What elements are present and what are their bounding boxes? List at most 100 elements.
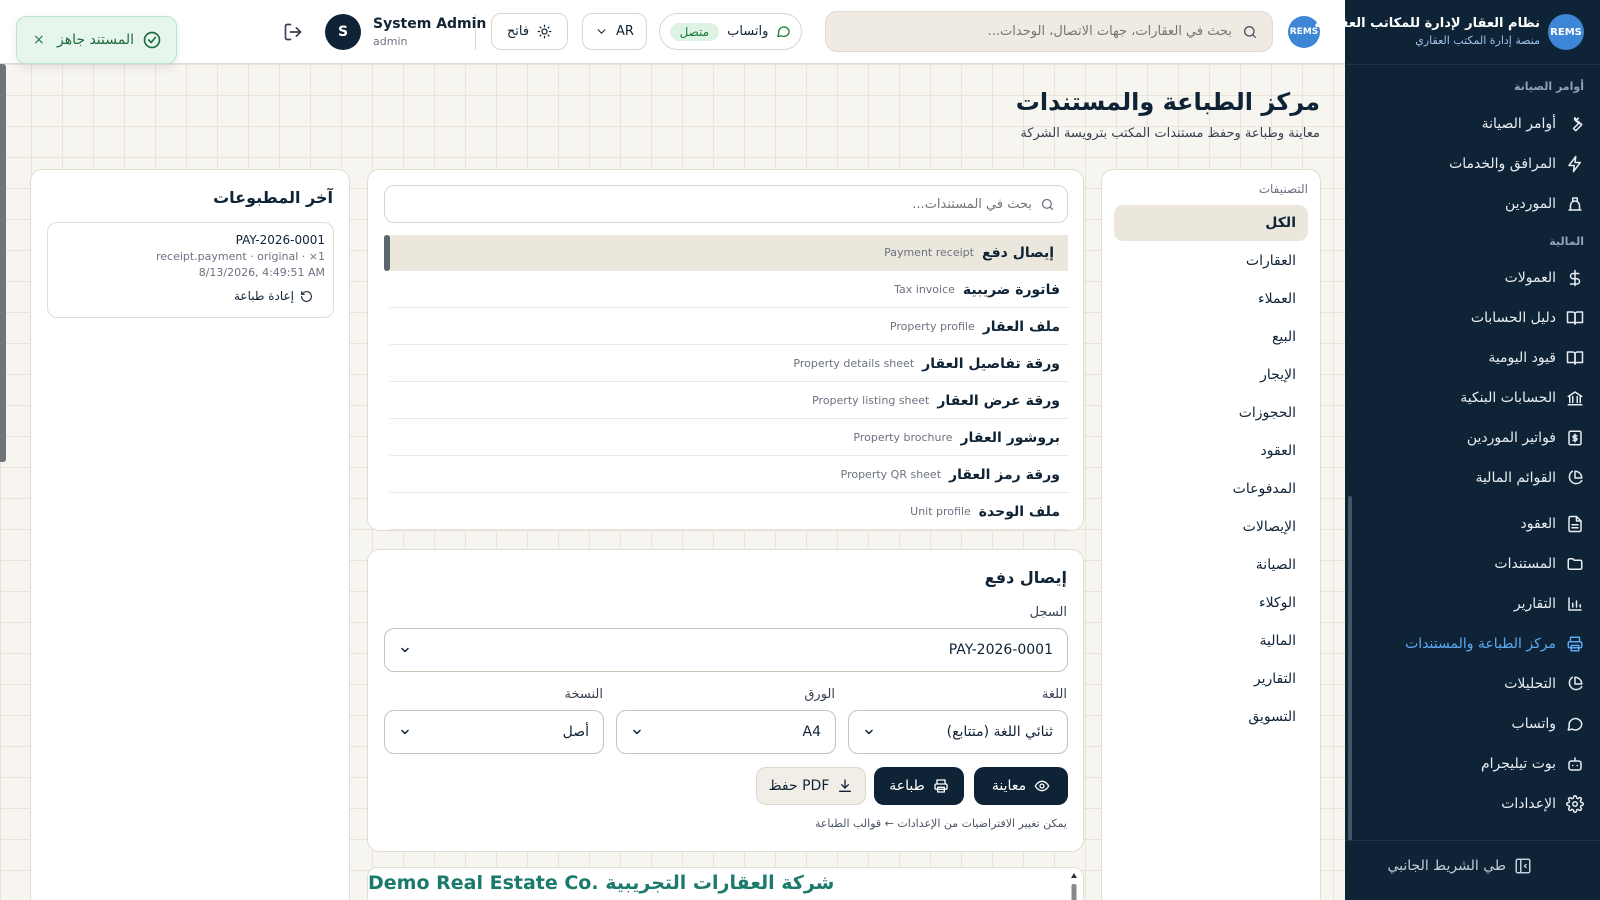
language-select[interactable]: ثنائي اللغة (متتابع) <box>848 710 1068 754</box>
sidebar-item-settings[interactable]: الإعدادات <box>1362 788 1584 820</box>
success-toast: × المستند جاهز <box>16 16 177 64</box>
recent-print-meta: receipt.payment · original · ×1 <box>155 250 325 263</box>
paper-select[interactable]: A4 <box>616 710 836 754</box>
printer-icon <box>1567 636 1583 652</box>
whatsapp-status-badge: متصل <box>669 22 720 41</box>
sidebar-item-documents[interactable]: المستندات <box>1362 548 1584 580</box>
sidebar-item-journal-entries[interactable]: قيود اليومية <box>1362 342 1584 374</box>
category-finance[interactable]: المالية <box>1114 623 1308 659</box>
sidebar-item-label: الحسابات البنكية <box>1460 390 1556 406</box>
recent-prints-panel: آخر المطبوعات PAY-2026-0001 receipt.paym… <box>30 169 350 900</box>
sidebar-item-utilities[interactable]: المرافق والخدمات <box>1362 148 1584 180</box>
language-selector[interactable]: AR <box>582 13 647 50</box>
document-item-property-details[interactable]: ورقة تفاصيل العقار Property details shee… <box>390 346 1068 382</box>
sidebar-item-contracts[interactable]: العقود <box>1362 508 1584 540</box>
document-preview[interactable]: Demo Real Estate Co. شركة العقارات التجر… <box>367 867 1084 900</box>
brand-subtitle: منصة إدارة المكتب العقاري <box>1415 34 1540 47</box>
whatsapp-status-pill[interactable]: متصل واتساب <box>659 13 802 50</box>
sidebar-divider <box>1345 64 1600 65</box>
sidebar-item-label: العمولات <box>1504 270 1556 286</box>
category-reports[interactable]: التقارير <box>1114 661 1308 697</box>
preview-button[interactable]: معاينة <box>974 767 1068 805</box>
sidebar-item-bank-accounts[interactable]: الحسابات البنكية <box>1362 382 1584 414</box>
reprint-button[interactable]: إعادة طباعة <box>234 289 313 303</box>
print-button-label: طباعة <box>889 778 925 794</box>
category-clients[interactable]: العملاء <box>1114 281 1308 317</box>
category-properties[interactable]: العقارات <box>1114 243 1308 279</box>
sidebar-item-chart-of-accounts[interactable]: دليل الحسابات <box>1362 302 1584 334</box>
category-all[interactable]: الكل <box>1114 205 1308 241</box>
category-maintenance[interactable]: الصيانة <box>1114 547 1308 583</box>
avatar[interactable]: S <box>325 14 361 50</box>
category-payments[interactable]: المدفوعات <box>1114 471 1308 507</box>
document-item-property-profile[interactable]: ملف العقار Property profile <box>390 309 1068 345</box>
sidebar-bottom-divider <box>1345 840 1600 841</box>
settings-note: يمكن تغيير الافتراضيات من الإعدادات ← قو… <box>814 817 1067 830</box>
document-search[interactable] <box>384 185 1068 223</box>
document-name-ar: إيصال دفع <box>981 244 1054 261</box>
document-name-en: Tax invoice <box>894 283 955 296</box>
logout-icon[interactable] <box>283 22 303 42</box>
save-pdf-button[interactable]: حفظ PDF <box>756 767 866 805</box>
chevron-down-icon <box>401 647 409 653</box>
copy-select[interactable]: أصل <box>384 710 604 754</box>
document-name-en: Unit profile <box>910 505 971 518</box>
sidebar-item-label: دليل الحسابات <box>1470 310 1556 326</box>
global-search-input[interactable] <box>840 24 1232 39</box>
document-item-unit-profile[interactable]: ملف الوحدة Unit profile <box>390 494 1068 530</box>
document-search-input[interactable] <box>397 196 1032 212</box>
chat-icon <box>1567 717 1583 731</box>
theme-toggle[interactable]: فاتح <box>491 13 568 50</box>
sidebar-item-maintenance-orders[interactable]: أوامر الصيانة <box>1362 108 1584 140</box>
document-item-payment-receipt[interactable]: إيصال دفع Payment receipt <box>384 235 1068 271</box>
print-button[interactable]: طباعة <box>874 767 964 805</box>
document-item-property-listing[interactable]: ورقة عرض العقار Property listing sheet <box>390 383 1068 419</box>
category-rent[interactable]: الإيجار <box>1114 357 1308 393</box>
sidebar-item-financial-statements[interactable]: القوائم المالية <box>1362 462 1584 494</box>
sidebar-scrollbar[interactable] <box>1348 496 1352 841</box>
invoice-icon <box>1568 430 1582 446</box>
sidebar-item-label: المستندات <box>1494 556 1556 572</box>
page-scrollbar[interactable] <box>0 64 6 462</box>
sidebar-brand[interactable]: REMS نظام العقار لإدارة للمكاتب العقارية… <box>1314 14 1584 50</box>
dollar-icon <box>1569 269 1581 287</box>
search-icon <box>1244 25 1256 38</box>
collapse-sidebar-button[interactable]: طي الشريط الجانبي <box>1387 857 1532 875</box>
sidebar-item-telegram-bot[interactable]: بوت تيليجرام <box>1362 748 1584 780</box>
bot-icon <box>1568 757 1582 771</box>
category-receipts[interactable]: الإيصالات <box>1114 509 1308 545</box>
preview-scrollbar[interactable] <box>1071 872 1077 900</box>
document-item-tax-invoice[interactable]: فاتورة ضريبية Tax invoice <box>390 272 1068 308</box>
document-name-en: Property QR sheet <box>840 468 942 481</box>
page-title: مركز الطباعة والمستندات <box>1015 88 1320 116</box>
category-bookings[interactable]: الحجوزات <box>1114 395 1308 431</box>
categories-label: التصنيفات <box>1258 182 1308 196</box>
copy-select-value: أصل <box>562 724 589 740</box>
category-agents[interactable]: الوكلاء <box>1114 585 1308 621</box>
sidebar-item-whatsapp[interactable]: واتساب <box>1362 708 1584 740</box>
check-circle-icon <box>143 31 161 49</box>
document-name-ar: ورقة عرض العقار <box>937 392 1060 409</box>
category-contracts[interactable]: العقود <box>1114 433 1308 469</box>
sidebar-collapse-icon <box>1515 858 1531 874</box>
sidebar-item-commissions[interactable]: العمولات <box>1362 262 1584 294</box>
sidebar-item-analytics[interactable]: التحليلات <box>1362 668 1584 700</box>
sidebar-item-reports[interactable]: التقارير <box>1362 588 1584 620</box>
document-item-property-qr[interactable]: ورقة رمز العقار Property QR sheet <box>390 457 1068 493</box>
sidebar-item-suppliers[interactable]: الموردين <box>1362 188 1584 220</box>
sidebar-item-label: الموردين <box>1504 196 1556 212</box>
sidebar-item-supplier-invoices[interactable]: فواتير الموردين <box>1362 422 1584 454</box>
brand-logo: REMS <box>1548 14 1584 50</box>
global-search[interactable] <box>825 11 1273 52</box>
toast-close-button[interactable]: × <box>33 32 45 48</box>
category-marketing[interactable]: التسويق <box>1114 699 1308 735</box>
document-name-ar: فاتورة ضريبية <box>962 281 1060 298</box>
file-text-icon <box>1568 515 1582 533</box>
document-item-property-brochure[interactable]: بروشور العقار Property brochure <box>390 420 1068 456</box>
category-sale[interactable]: البيع <box>1114 319 1308 355</box>
eye-icon <box>1034 780 1050 792</box>
record-select[interactable]: PAY-2026-0001 <box>384 628 1068 672</box>
user-name: System Admin <box>373 16 487 32</box>
sidebar-item-print-center[interactable]: مركز الطباعة والمستندات <box>1362 628 1584 660</box>
record-value: PAY-2026-0001 <box>948 642 1053 658</box>
